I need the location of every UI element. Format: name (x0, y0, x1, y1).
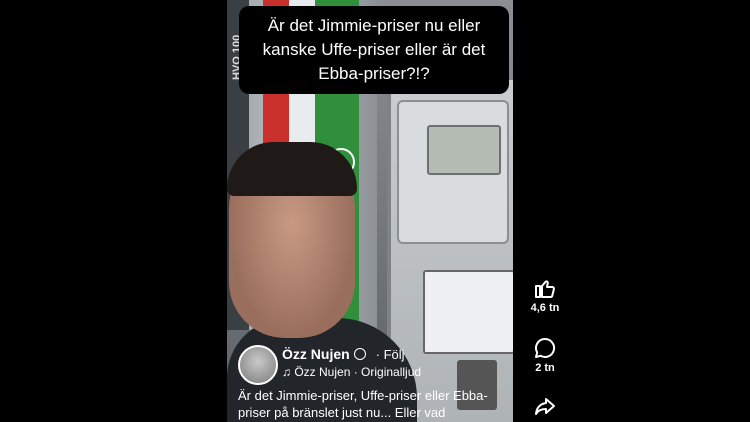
music-note-icon: ♫ (282, 365, 291, 379)
account-name[interactable]: Özz Nujen (282, 346, 350, 362)
video-description[interactable]: Är det Jimmie-priser, Uffe-priser eller … (238, 387, 508, 421)
like-button[interactable]: 4,6 tn (520, 276, 570, 314)
comment-button[interactable]: 2 tn (520, 336, 570, 374)
verified-icon (353, 348, 366, 360)
share-button[interactable] (520, 394, 570, 418)
audio-label: Özz Nujen · Originalljud (294, 365, 422, 379)
account-name-row: Özz Nujen · Följ (282, 346, 405, 362)
comment-icon (535, 337, 556, 358)
thumbs-up-icon (535, 280, 555, 298)
like-count: 4,6 tn (530, 302, 560, 314)
follow-button[interactable]: · Följ (376, 347, 405, 362)
audio-row[interactable]: ♫ Özz Nujen · Originalljud (282, 365, 421, 379)
person-hair (227, 142, 357, 196)
pump-screen (423, 270, 513, 354)
overlay-caption: Är det Jimmie-priser nu eller kanske Uff… (239, 6, 509, 94)
share-icon (535, 398, 555, 415)
comment-count: 2 tn (535, 362, 555, 374)
avatar[interactable] (238, 345, 278, 385)
pump-lcd (427, 125, 501, 175)
